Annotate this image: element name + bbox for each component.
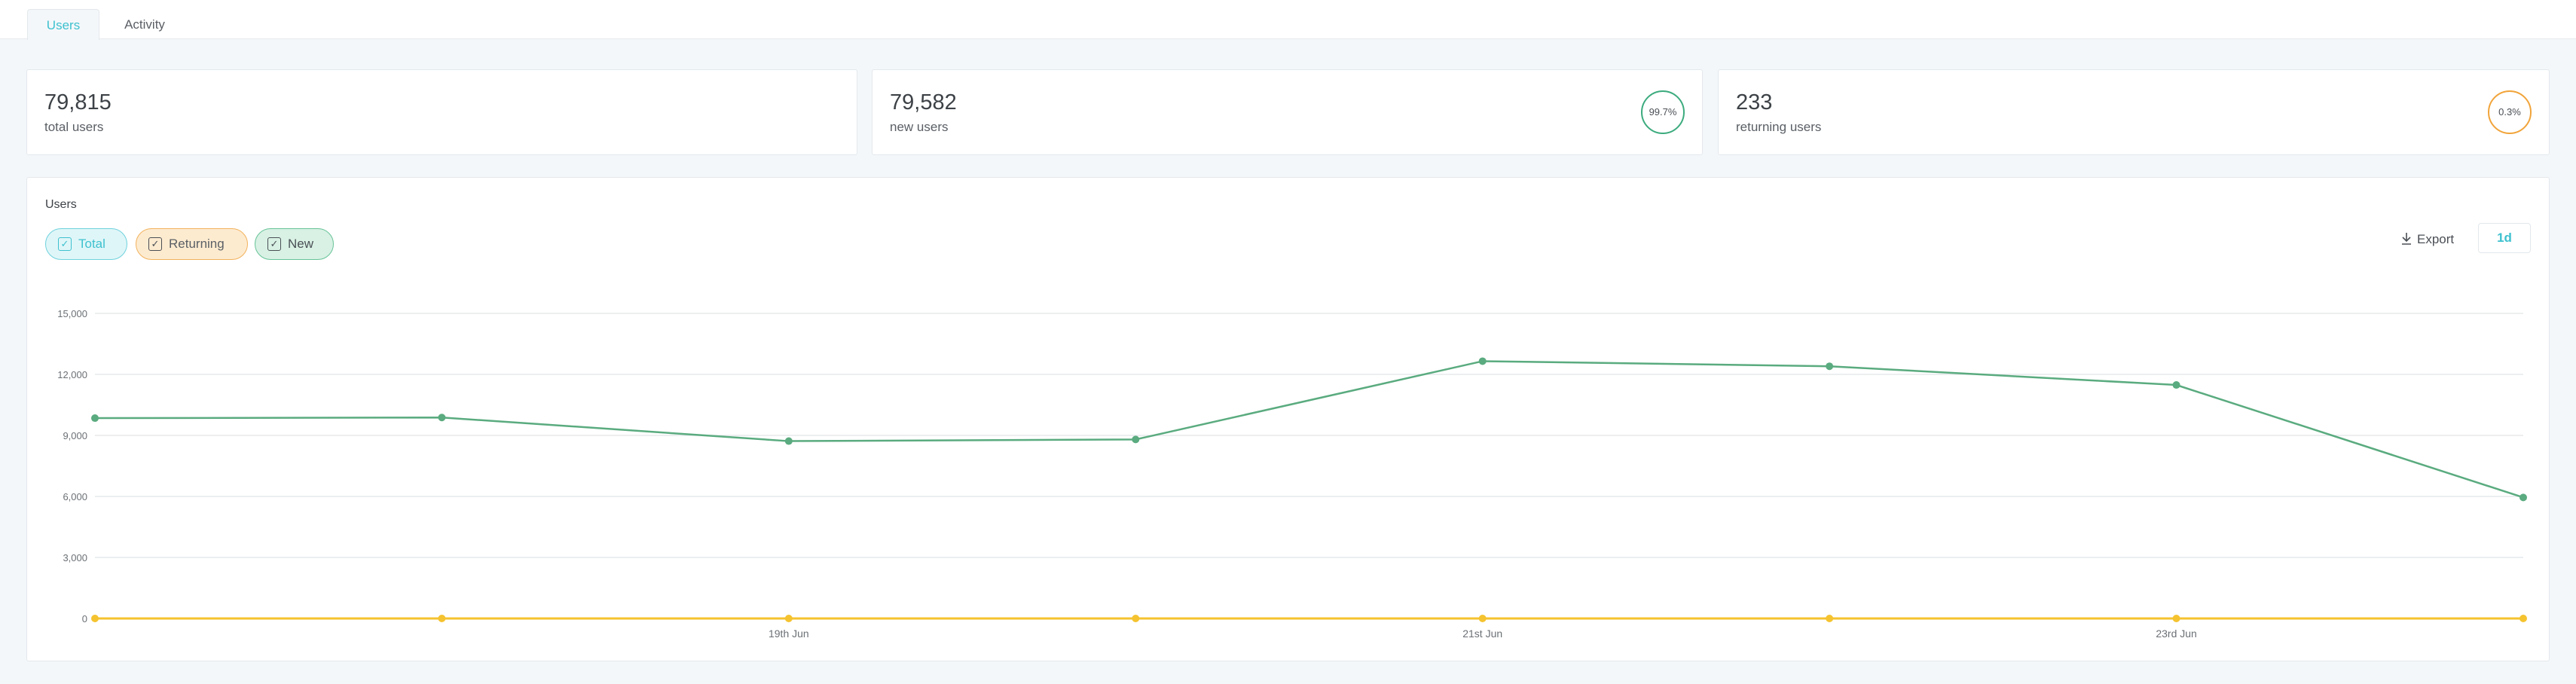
returning-users-value: 233 <box>1736 90 1773 115</box>
returning-users-percent-badge: 0.3% <box>2488 90 2532 134</box>
returning-users-label: returning users <box>1736 120 1822 134</box>
y-tick-label: 15,000 <box>57 308 87 319</box>
total-users-label: total users <box>44 120 104 134</box>
returning-users-data-point <box>1826 615 1834 622</box>
tab-users[interactable]: Users <box>27 9 99 40</box>
returning-users-data-point <box>1478 615 1487 622</box>
x-tick-label: 21st Jun <box>1462 628 1502 640</box>
returning-users-data-point <box>2172 615 2180 622</box>
returning-users-data-point <box>438 615 446 622</box>
new-users-data-point <box>1478 357 1487 365</box>
x-tick-label: 23rd Jun <box>2156 628 2196 640</box>
new-users-data-point <box>2519 493 2527 502</box>
total-users-value: 79,815 <box>44 90 112 115</box>
y-tick-label: 6,000 <box>63 491 87 502</box>
total-users-card: 79,815 total users <box>26 69 857 155</box>
y-tick-label: 12,000 <box>57 369 87 380</box>
new-users-value: 79,582 <box>890 90 957 115</box>
returning-users-data-point <box>1132 615 1140 622</box>
new-users-data-point <box>1132 435 1140 444</box>
returning-users-data-point <box>784 615 793 622</box>
tab-bar: Users Activity <box>0 0 2576 40</box>
new-users-data-point <box>1826 362 1834 371</box>
new-users-percent-badge: 99.7% <box>1641 90 1685 134</box>
new-users-card: 79,582 new users 99.7% <box>872 69 1703 155</box>
y-tick-label: 3,000 <box>63 552 87 563</box>
new-users-data-point <box>91 414 99 423</box>
returning-users-data-point <box>91 615 99 622</box>
new-users-label: new users <box>890 120 949 134</box>
new-users-series-line <box>94 360 2524 499</box>
new-users-data-point <box>784 437 793 445</box>
users-chart-panel: Users ✓ Total ✓ Returning ✓ New Export 1… <box>26 177 2550 661</box>
y-tick-label: 0 <box>82 613 87 624</box>
users-line-chart: 0 3,000 6,000 9,000 12,000 15,000 19th Jun 21st… <box>57 308 2527 640</box>
new-users-data-point <box>2172 381 2180 389</box>
x-tick-label: 19th Jun <box>769 628 809 640</box>
returning-users-card: 233 returning users 0.3% <box>1718 69 2550 155</box>
tab-activity[interactable]: Activity <box>113 9 176 40</box>
new-users-data-point <box>438 414 446 422</box>
y-tick-label: 9,000 <box>63 430 87 441</box>
returning-users-data-point <box>2519 615 2527 622</box>
